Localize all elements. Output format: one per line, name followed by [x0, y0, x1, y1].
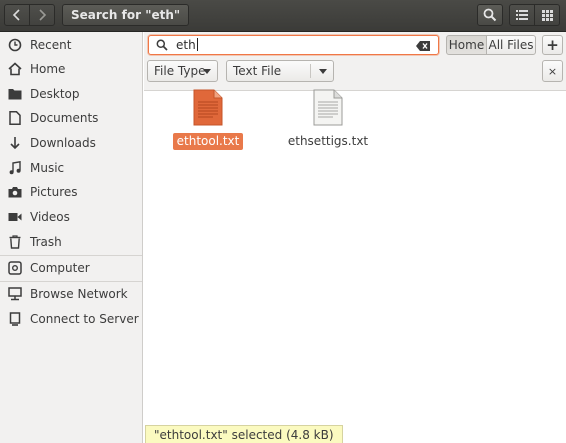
location-all-label: All Files [488, 38, 534, 52]
location-home-label: Home [448, 38, 485, 52]
home-icon [7, 61, 23, 77]
text-file-icon [193, 89, 223, 129]
sidebar-item-music[interactable]: Music [0, 157, 142, 179]
back-button[interactable] [4, 4, 30, 26]
dropdown-arrow-icon [203, 69, 211, 74]
grid-view-icon [541, 9, 553, 21]
sidebar-item-label: Browse Network [30, 287, 128, 301]
folder-icon [7, 86, 23, 102]
sidebar-item-pictures[interactable]: Pictures [0, 181, 142, 203]
dropdown-arrow-icon [319, 69, 327, 74]
search-icon [483, 8, 497, 22]
sidebar-item-label: Pictures [30, 185, 78, 199]
sidebar-item-label: Desktop [30, 87, 80, 101]
close-icon: × [547, 64, 558, 78]
chevron-left-icon [12, 9, 22, 21]
server-icon [7, 311, 23, 327]
sidebar-item-desktop[interactable]: Desktop [0, 83, 142, 105]
search-bar: eth Home All Files + File Type Text File… [144, 32, 566, 91]
music-icon [7, 160, 23, 176]
search-toggle-button[interactable] [477, 4, 503, 26]
sidebar-item-label: Music [30, 161, 65, 175]
list-view-button[interactable] [509, 4, 535, 26]
path-label: Search for "eth" [71, 8, 181, 22]
location-home-toggle[interactable]: Home [446, 35, 487, 55]
header-bar: Search for "eth" [0, 0, 566, 32]
sidebar: Recent Home Desktop Documents Downloads … [0, 32, 143, 443]
search-input[interactable]: eth [148, 35, 439, 55]
clock-icon [7, 37, 23, 53]
sidebar-item-label: Home [30, 62, 66, 76]
main-view: eth Home All Files + File Type Text File… [144, 32, 566, 443]
sidebar-item-label: Recent [30, 38, 72, 52]
sidebar-separator [0, 281, 142, 282]
search-icon [156, 39, 168, 54]
sidebar-item-label: Documents [30, 111, 99, 125]
sidebar-item-browse-network[interactable]: Browse Network [0, 283, 142, 305]
forward-button[interactable] [29, 4, 55, 26]
criteria-value-text: Text File [233, 64, 282, 78]
download-icon [7, 135, 23, 151]
sidebar-item-downloads[interactable]: Downloads [0, 132, 142, 154]
sidebar-item-label: Trash [30, 235, 62, 249]
sidebar-separator [0, 255, 142, 256]
status-text: "ethtool.txt" selected (4.8 kB) [154, 427, 334, 442]
sidebar-item-label: Computer [30, 261, 90, 275]
sidebar-item-documents[interactable]: Documents [0, 107, 142, 129]
remove-criteria-button[interactable]: × [542, 60, 563, 82]
chevron-right-icon [37, 9, 47, 21]
sidebar-item-label: Videos [30, 210, 70, 224]
sidebar-item-home[interactable]: Home [0, 58, 142, 80]
camera-icon [7, 184, 23, 200]
text-file-icon [313, 89, 343, 129]
sidebar-item-videos[interactable]: Videos [0, 206, 142, 228]
sidebar-item-label: Connect to Server [30, 312, 139, 326]
path-bar-button[interactable]: Search for "eth" [62, 4, 190, 26]
sidebar-item-computer[interactable]: Computer [0, 257, 142, 279]
status-bar: "ethtool.txt" selected (4.8 kB) [145, 425, 343, 443]
file-name: ethsettigs.txt [287, 134, 369, 148]
network-icon [7, 286, 23, 302]
video-icon [7, 209, 23, 225]
file-name: ethtool.txt [172, 133, 244, 150]
add-criteria-button[interactable]: + [542, 35, 563, 55]
document-icon [7, 110, 23, 126]
search-query: eth [176, 38, 196, 52]
criteria-value-dropdown[interactable]: Text File [226, 60, 334, 82]
criteria-type-dropdown[interactable]: File Type [147, 60, 218, 82]
list-view-icon [516, 10, 528, 20]
grid-view-button[interactable] [534, 4, 560, 26]
file-item[interactable]: ethsettigs.txt [268, 89, 388, 150]
sidebar-item-recent[interactable]: Recent [0, 34, 142, 56]
plus-icon: + [546, 36, 559, 54]
sidebar-item-connect-to-server[interactable]: Connect to Server [0, 308, 142, 330]
file-item[interactable]: ethtool.txt [148, 89, 268, 150]
dropdown-divider [310, 64, 311, 78]
clear-search-icon[interactable] [416, 40, 430, 54]
location-all-files-toggle[interactable]: All Files [486, 35, 536, 55]
sidebar-item-label: Downloads [30, 136, 96, 150]
criteria-type-value: File Type [154, 64, 206, 78]
sidebar-item-trash[interactable]: Trash [0, 231, 142, 253]
drive-icon [7, 260, 23, 276]
text-caret [196, 38, 198, 51]
trash-icon [7, 234, 23, 250]
